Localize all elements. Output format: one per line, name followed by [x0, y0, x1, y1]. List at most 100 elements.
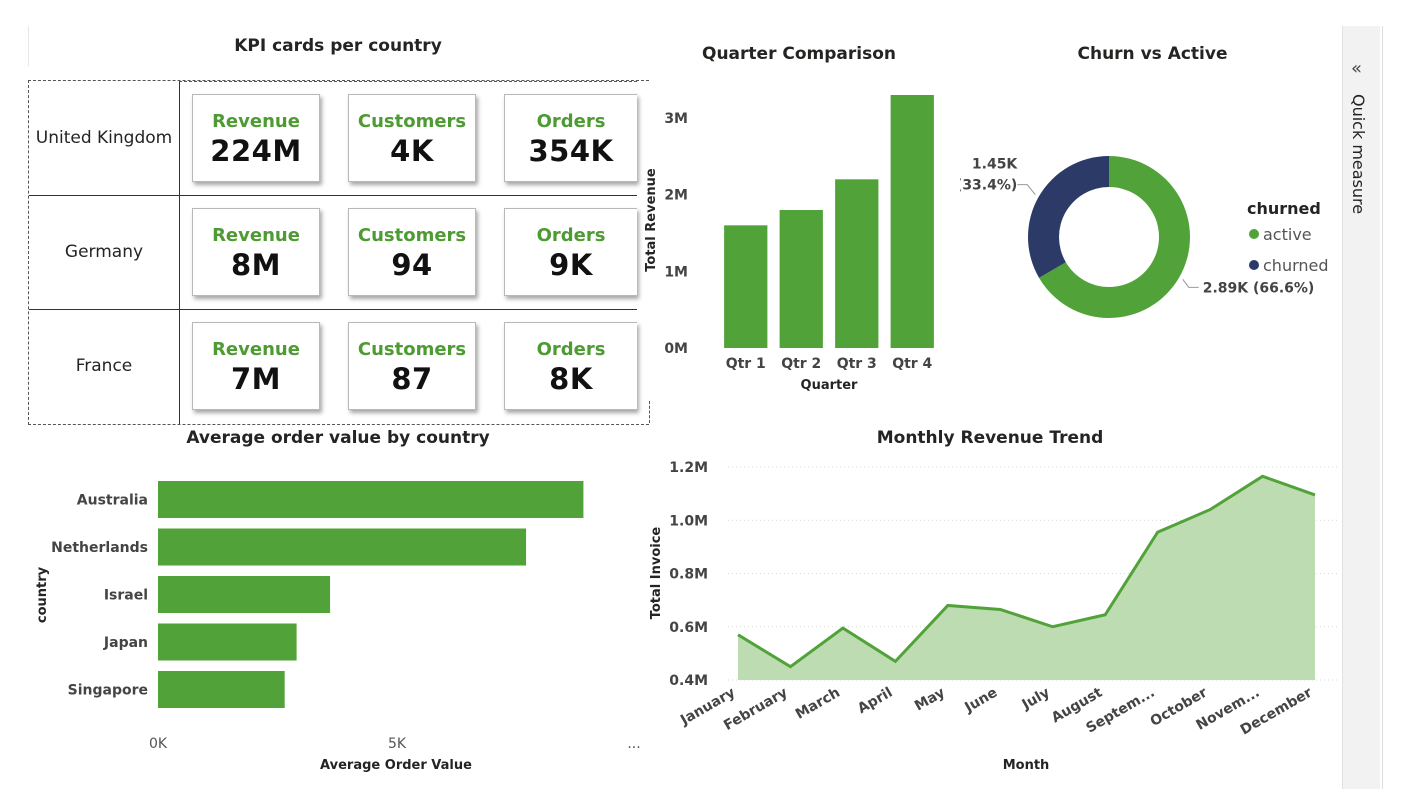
- x-tick-label: Qtr 2: [781, 356, 821, 372]
- x-axis-title: Average Order Value: [320, 758, 472, 773]
- y-tick-label: 0.8M: [669, 567, 708, 583]
- x-axis-title: Quarter: [801, 378, 859, 393]
- x-tick-label: 0K: [149, 736, 168, 752]
- bar-qtr-1: [724, 225, 768, 348]
- y-tick-label: Netherlands: [51, 540, 148, 556]
- kpi-card-label: Orders: [536, 111, 606, 132]
- bar-qtr-2: [779, 210, 823, 348]
- kpi-card-label: Revenue: [212, 111, 300, 132]
- kpi-card-value: 224M: [210, 134, 302, 168]
- area-fill: [738, 476, 1315, 680]
- kpi-card-label: Customers: [357, 339, 467, 360]
- y-tick-label: 1.0M: [669, 513, 708, 529]
- data-label-churned: 1.45K: [972, 157, 1019, 173]
- kpi-card-orders[interactable]: Orders 9K: [504, 208, 637, 296]
- x-tick-label: ...: [627, 736, 640, 752]
- kpi-card-value: 94: [391, 248, 433, 282]
- bar-singapore: [158, 671, 285, 708]
- kpi-card-value: 87: [391, 362, 433, 396]
- double-chevron-left-icon[interactable]: «: [1351, 58, 1362, 79]
- matrix-right-edge: [649, 401, 651, 423]
- x-tick-label: July: [1019, 685, 1053, 714]
- kpi-card-orders[interactable]: Orders 354K: [504, 94, 637, 182]
- kpi-matrix: United Kingdom Revenue 224M Customers 4K…: [28, 80, 651, 425]
- kpi-title: KPI cards per country: [234, 36, 442, 56]
- kpi-card-revenue[interactable]: Revenue 7M: [192, 322, 320, 410]
- x-tick-label: March: [793, 685, 843, 723]
- matrix-column-divider: [179, 81, 180, 424]
- quarter-chart-title: Quarter Comparison: [702, 44, 896, 64]
- legend-title: churned: [1247, 199, 1321, 218]
- trend-chart-title: Monthly Revenue Trend: [876, 428, 1104, 448]
- kpi-card-orders[interactable]: Orders 8K: [504, 322, 637, 410]
- quick-measure-pane[interactable]: « Quick measure: [1342, 26, 1380, 789]
- bar-israel: [158, 576, 331, 613]
- y-tick-label: Israel: [104, 588, 148, 604]
- kpi-card-customers[interactable]: Customers 87: [348, 322, 476, 410]
- country-row-label[interactable]: United Kingdom: [29, 81, 179, 195]
- x-tick-label: Qtr 3: [837, 356, 877, 372]
- y-tick-label: 0.6M: [669, 620, 708, 636]
- aov-chart-title: Average order value by country: [186, 428, 490, 448]
- y-axis-title: Total Invoice: [649, 527, 664, 620]
- matrix-top-border: [179, 81, 637, 82]
- kpi-card-value: 8M: [230, 248, 282, 282]
- bar-australia: [158, 481, 584, 518]
- x-tick-label: May: [912, 685, 948, 715]
- y-tick-label: 1M: [664, 264, 688, 280]
- bar-qtr-4: [890, 95, 934, 348]
- kpi-card-revenue[interactable]: Revenue 8M: [192, 208, 320, 296]
- kpi-card-label: Customers: [357, 225, 467, 246]
- y-tick-label: 0.4M: [669, 673, 708, 689]
- bar-netherlands: [158, 528, 527, 566]
- y-tick-label: Japan: [103, 635, 148, 651]
- x-tick-label: 5K: [388, 736, 407, 752]
- data-label-churned: (33.4%): [960, 178, 1017, 194]
- y-tick-label: Singapore: [68, 683, 148, 699]
- kpi-card-label: Customers: [357, 111, 467, 132]
- churn-vs-active-chart: 2.89K (66.6%) 1.45K (33.4%) churned active ch…: [960, 156, 1329, 318]
- bar-japan: [158, 623, 297, 661]
- quarter-comparison-chart: 0M 1M 2M 3M Qtr 1 Qtr 2 Qtr 3 Qtr 4 Quarter Total…: [644, 95, 934, 393]
- x-axis-title: Month: [1003, 758, 1050, 773]
- y-tick-label: 3M: [664, 111, 688, 127]
- kpi-card-label: Revenue: [212, 225, 300, 246]
- y-tick-label: Australia: [77, 493, 148, 509]
- churn-chart-title: Churn vs Active: [1077, 44, 1228, 64]
- kpi-card-customers[interactable]: Customers 4K: [348, 94, 476, 182]
- legend-marker-active: [1249, 229, 1259, 239]
- label-leader-line: [1182, 279, 1199, 288]
- x-tick-label: Qtr 4: [892, 356, 932, 372]
- kpi-card-label: Orders: [536, 225, 606, 246]
- legend-item-churned: churned: [1263, 256, 1329, 275]
- quick-measure-label[interactable]: Quick measure: [1349, 94, 1368, 214]
- kpi-card-value: 354K: [528, 134, 614, 168]
- data-label-active: 2.89K (66.6%): [1203, 280, 1315, 296]
- kpi-card-label: Revenue: [212, 339, 300, 360]
- kpi-card-revenue[interactable]: Revenue 224M: [192, 94, 320, 182]
- x-tick-label: June: [961, 685, 1000, 717]
- y-tick-label: 2M: [664, 188, 688, 204]
- kpi-card-value: 7M: [230, 362, 282, 396]
- country-row-label[interactable]: France: [29, 309, 179, 423]
- y-tick-label: 1.2M: [669, 460, 708, 476]
- legend-item-active: active: [1263, 225, 1312, 244]
- y-axis-title: Total Revenue: [644, 168, 659, 272]
- bar-qtr-3: [835, 179, 879, 348]
- country-row-label[interactable]: Germany: [29, 195, 179, 309]
- kpi-card-value: 8K: [549, 362, 593, 396]
- legend-marker-churned: [1249, 260, 1259, 270]
- average-order-value-chart: Australia Netherlands Israel Japan Singapore…: [35, 481, 641, 773]
- kpi-card-value: 9K: [549, 248, 593, 282]
- x-tick-label: April: [855, 685, 895, 718]
- kpi-card-value: 4K: [390, 134, 434, 168]
- kpi-card-label: Orders: [536, 339, 606, 360]
- label-leader-line: [1017, 184, 1036, 195]
- kpi-card-customers[interactable]: Customers 94: [348, 208, 476, 296]
- monthly-revenue-trend-chart: 0.4M0.6M0.8M1.0M1.2MJanuaryFebruary March…: [649, 460, 1340, 773]
- right-edge-line: [1382, 26, 1383, 789]
- donut-slice-churned: [1028, 156, 1109, 278]
- y-tick-label: 0M: [664, 341, 688, 357]
- x-tick-label: Qtr 1: [726, 356, 766, 372]
- y-axis-title: country: [35, 566, 50, 623]
